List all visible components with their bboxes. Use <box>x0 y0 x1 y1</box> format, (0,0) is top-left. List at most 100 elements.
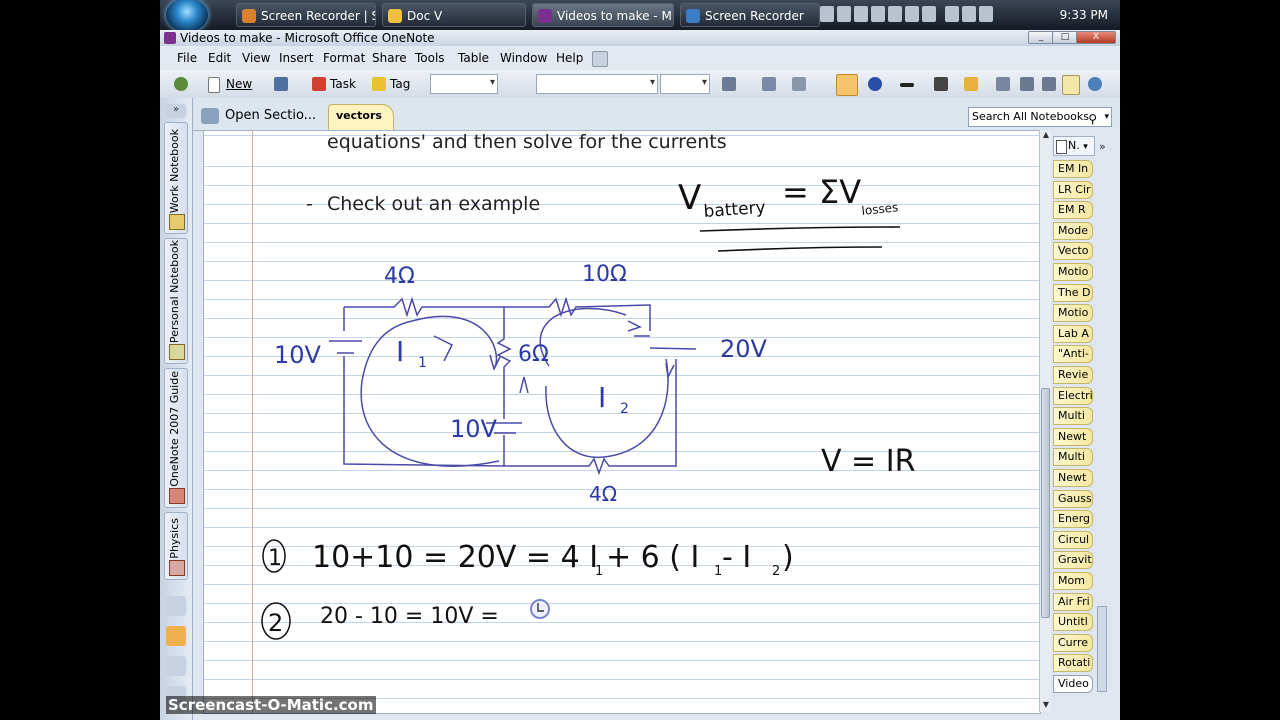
page-tab[interactable]: Mom <box>1053 572 1093 590</box>
notebook-work[interactable]: Work Notebook <box>164 122 188 234</box>
page-tab[interactable]: Video <box>1053 675 1093 693</box>
page-tab[interactable]: Vecto <box>1053 242 1093 261</box>
page-tab[interactable]: Curre <box>1053 633 1093 652</box>
page-tab[interactable]: Multi <box>1053 407 1093 426</box>
taskbar-button-onenote[interactable]: Videos to make - M... <box>532 3 674 27</box>
page-tab[interactable]: EM In <box>1053 160 1093 178</box>
menu-window[interactable]: Window <box>500 46 547 70</box>
page-tab[interactable]: "Anti- <box>1053 345 1093 364</box>
tray-app-icon[interactable] <box>888 6 902 22</box>
bullets-icon[interactable] <box>722 77 736 91</box>
pan-hand-icon[interactable] <box>964 77 978 91</box>
tray-app-icon[interactable] <box>871 6 885 22</box>
pen-thickness-icon[interactable] <box>900 83 914 87</box>
onenote-icon[interactable] <box>164 32 176 44</box>
eraser-icon[interactable] <box>1020 77 1034 91</box>
page-tab[interactable]: Newt <box>1053 427 1093 446</box>
new-page-icon <box>1056 140 1067 154</box>
page-tab[interactable]: EM R <box>1053 201 1093 220</box>
notebook-onenote-guide[interactable]: OneNote 2007 Guide <box>164 368 188 508</box>
taskbar-button-screen-recorder[interactable]: Screen Recorder <box>680 3 820 27</box>
tray-arrow-icon[interactable] <box>820 6 834 22</box>
undo-icon[interactable] <box>274 77 288 91</box>
tray-app-icon[interactable] <box>837 6 851 22</box>
note-page[interactable]: equations' and then solve for the curren… <box>203 130 1041 714</box>
page-tab[interactable]: Gravit <box>1053 551 1093 570</box>
new-page-button[interactable]: N. ▾ <box>1053 136 1095 156</box>
ink-to-text-icon[interactable] <box>996 77 1010 91</box>
font-size-dropdown[interactable] <box>660 74 710 94</box>
page-tab[interactable]: Rotati <box>1053 654 1093 673</box>
network-icon[interactable] <box>945 6 959 22</box>
page-tab[interactable]: Untitl <box>1053 613 1093 632</box>
superscript-icon[interactable] <box>792 77 806 91</box>
page-tab[interactable]: Motio <box>1053 304 1093 323</box>
tray-app-icon[interactable] <box>854 6 868 22</box>
page-tab[interactable]: The D <box>1053 283 1093 302</box>
menu-table[interactable]: Table <box>458 46 489 70</box>
sync-icon[interactable] <box>1088 77 1102 91</box>
search-icon[interactable]: ⚲ <box>1088 110 1097 128</box>
search-input[interactable]: Search All Notebooks ⚲ ▾ <box>968 107 1112 127</box>
page-tab[interactable]: Newt <box>1053 469 1093 487</box>
task-button[interactable]: Task <box>330 70 356 98</box>
page-tab[interactable]: Circul <box>1053 530 1093 549</box>
page-tab[interactable]: Air Fri <box>1053 592 1093 611</box>
page-tab[interactable]: Gauss <box>1053 489 1093 508</box>
expand-chevron-icon[interactable]: » <box>166 104 186 118</box>
close-button[interactable]: X <box>1076 31 1116 44</box>
lasso-select-icon[interactable] <box>934 77 948 91</box>
section-tab-vectors[interactable]: vectors <box>328 104 394 130</box>
unfiled-notes-icon[interactable] <box>166 596 186 616</box>
menu-edit[interactable]: Edit <box>208 46 231 70</box>
style-dropdown[interactable] <box>430 74 498 94</box>
menu-insert[interactable]: Insert <box>279 46 313 70</box>
page-tab[interactable]: Motio <box>1053 263 1093 281</box>
tag-button[interactable]: Tag <box>390 70 410 98</box>
page-list-icon[interactable] <box>1062 75 1080 95</box>
ink-text: = ΣV <box>782 173 861 211</box>
search-scope-chevron-icon[interactable]: ▾ <box>1104 108 1109 126</box>
ink-text: 1 <box>268 546 282 571</box>
clock[interactable]: 9:33 PM <box>1060 0 1108 30</box>
menu-file[interactable]: File <box>177 46 197 70</box>
menu-view[interactable]: View <box>242 46 270 70</box>
minimize-button[interactable]: _ <box>1028 31 1054 44</box>
network-icon[interactable] <box>962 6 976 22</box>
new-button[interactable]: New <box>226 70 252 98</box>
page-tab[interactable]: Revie <box>1053 366 1093 384</box>
font-dropdown[interactable] <box>536 74 658 94</box>
pen-icon[interactable] <box>836 74 858 96</box>
help-window-icon[interactable] <box>592 51 608 67</box>
page-tab[interactable]: Multi <box>1053 448 1093 467</box>
insert-space-icon[interactable] <box>1042 77 1056 91</box>
page-tabs-scrollbar[interactable] <box>1097 606 1107 692</box>
search-results-icon[interactable] <box>166 626 186 646</box>
notebook-personal[interactable]: Personal Notebook <box>164 238 188 364</box>
page-tab[interactable]: Electri <box>1053 386 1093 405</box>
page-tab[interactable]: Energ <box>1053 510 1093 529</box>
tray-app-icon[interactable] <box>905 6 919 22</box>
ink-drawing[interactable]: V battery = ΣV losses V = IR 4Ω 10Ω 6Ω 4… <box>204 131 1040 713</box>
menu-format[interactable]: Format <box>323 46 365 70</box>
page-tab[interactable]: Mode <box>1053 221 1093 240</box>
open-sections-button[interactable]: Open Sectio... <box>201 102 316 128</box>
taskbar-button-doc-v[interactable]: Doc V <box>382 3 526 27</box>
pen-color-icon[interactable] <box>868 77 882 91</box>
expand-chevron-icon[interactable]: » <box>1099 140 1106 153</box>
start-button[interactable] <box>166 0 208 32</box>
menu-share[interactable]: Share <box>372 46 407 70</box>
notebook-physics[interactable]: Physics <box>164 512 188 580</box>
page-tab[interactable]: Lab A <box>1053 324 1093 343</box>
volume-icon[interactable] <box>979 6 993 22</box>
help-icon[interactable] <box>166 656 186 676</box>
scrollbar-thumb[interactable] <box>1041 388 1050 618</box>
menu-help[interactable]: Help <box>556 46 583 70</box>
menu-tools[interactable]: Tools <box>415 46 445 70</box>
tray-app-icon[interactable] <box>922 6 936 22</box>
page-tab[interactable]: LR Cir <box>1053 180 1093 199</box>
spelling-icon[interactable] <box>762 77 776 91</box>
back-icon[interactable] <box>174 77 188 91</box>
maximize-button[interactable]: □ <box>1052 31 1078 44</box>
taskbar-button-screen-recorder-browser[interactable]: Screen Recorder | S... <box>236 3 376 27</box>
